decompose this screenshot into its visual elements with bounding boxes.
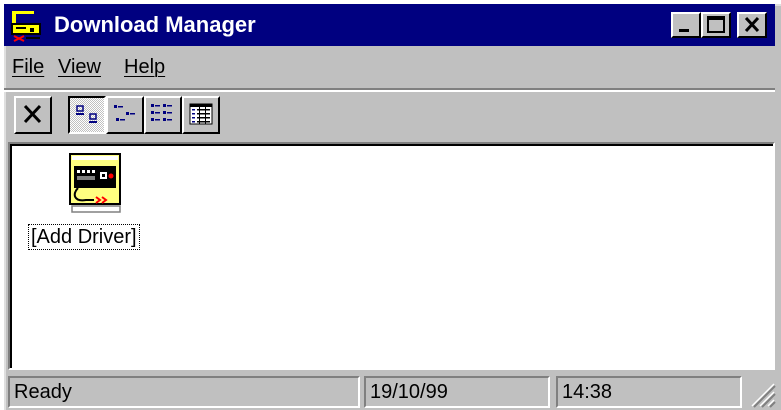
maximize-icon	[707, 16, 725, 33]
small-icons-view-icon	[114, 105, 135, 121]
resize-grip-icon[interactable]	[748, 380, 776, 408]
menu-view[interactable]: View	[58, 56, 101, 79]
close-icon	[744, 16, 760, 33]
menu-file[interactable]: File	[12, 56, 44, 79]
delete-x-icon	[23, 104, 42, 124]
status-time-pane: 14:38	[556, 376, 742, 408]
large-icons-view-button[interactable]	[68, 96, 106, 134]
status-message-pane: Ready	[8, 376, 360, 408]
window-title: Download Manager	[54, 12, 256, 37]
title-bar[interactable]: Download Manager	[4, 4, 775, 46]
menu-bar: File View Help	[4, 50, 775, 86]
menu-divider-highlight	[4, 90, 775, 92]
maximize-button[interactable]	[701, 12, 731, 38]
details-view-icon	[189, 103, 213, 125]
app-icon[interactable]	[10, 10, 44, 42]
small-icons-view-button[interactable]	[106, 96, 144, 134]
delete-button[interactable]	[14, 96, 52, 134]
status-date: 19/10/99	[370, 381, 448, 403]
menu-help[interactable]: Help	[124, 56, 165, 79]
add-driver-label[interactable]: [Add Driver]	[28, 224, 140, 250]
close-button[interactable]	[737, 12, 767, 38]
file-list-inner: [Add Driver]	[10, 144, 773, 368]
add-driver-icon[interactable]	[64, 150, 130, 216]
status-message: Ready	[14, 381, 72, 403]
details-view-button[interactable]	[182, 96, 220, 134]
list-view-icon	[151, 104, 172, 121]
status-time: 14:38	[562, 381, 613, 403]
large-icons-view-icon	[76, 105, 97, 123]
status-date-pane: 19/10/99	[364, 376, 550, 408]
minimize-icon	[679, 29, 689, 32]
list-view-button[interactable]	[144, 96, 182, 134]
minimize-button[interactable]	[671, 12, 701, 38]
file-list-pane[interactable]: [Add Driver]	[8, 142, 775, 370]
